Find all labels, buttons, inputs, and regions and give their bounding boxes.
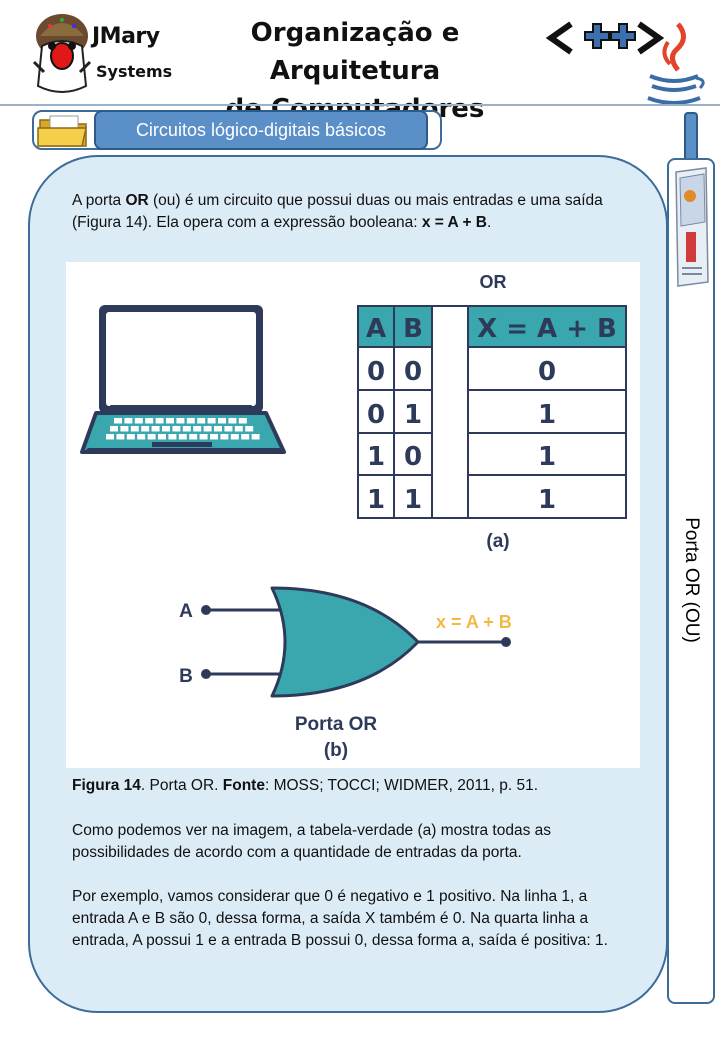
keyboard-key — [210, 434, 218, 440]
keyboard-key — [120, 426, 129, 432]
section-title: Circuitos lógico-digitais básicos — [94, 110, 428, 150]
newspaper-icon — [675, 167, 709, 287]
keyboard-key — [234, 426, 243, 432]
side-tab-label-wrap: Porta OR (OU) — [667, 300, 715, 820]
keyboard-key — [155, 418, 164, 424]
keyboard-key — [166, 418, 174, 424]
keyboard-key — [197, 418, 206, 424]
tt-cell: 1 — [367, 442, 385, 472]
keyboard-key — [147, 434, 156, 440]
tt-header-a: A — [366, 314, 386, 344]
keyboard-key — [126, 434, 135, 440]
caption-figure-label: Figura 14 — [72, 777, 141, 794]
side-tab-label: Porta OR (OU) — [681, 517, 702, 643]
figure-14: OR A B X = A + B 0 0 0 0 1 1 1 0 1 1 1 1… — [66, 262, 640, 768]
keyboard-key — [114, 418, 122, 424]
truth-table-title: OR — [480, 272, 507, 292]
page-title-line1: Organização e Arquitetura — [250, 18, 460, 86]
tt-cell: 1 — [367, 485, 385, 515]
keyboard-key — [168, 434, 177, 440]
p1-text-c: . — [487, 214, 492, 231]
jmary-mascot-logo — [32, 14, 92, 93]
keyboard-key — [189, 434, 198, 440]
keyboard-key — [124, 418, 133, 424]
tt-cell: 1 — [404, 400, 422, 430]
keyboard-key — [162, 426, 170, 432]
keyboard-key — [134, 418, 143, 424]
paragraph-truth-table: Como podemos ver na imagem, a tabela-ver… — [72, 822, 552, 861]
keyboard-key — [230, 434, 239, 440]
label-b: (b) — [324, 740, 348, 761]
gate-input-a: A — [179, 601, 193, 622]
keyboard-key — [224, 426, 233, 432]
p1-bold-or: OR — [125, 192, 149, 209]
laptop-illustration — [80, 305, 286, 454]
p1-text-a: A porta — [72, 192, 126, 209]
keyboard-key — [245, 426, 254, 432]
gate-name: Porta OR — [295, 714, 378, 735]
brand-name: JMary — [92, 24, 160, 49]
keyboard-key — [182, 426, 191, 432]
figure-caption: Figura 14. Porta OR. Fonte: MOSS; TOCCI;… — [72, 775, 642, 797]
keyboard-key — [214, 426, 222, 432]
keyboard-key — [176, 418, 185, 424]
label-a: (a) — [486, 531, 509, 552]
tt-cell: 0 — [538, 357, 556, 387]
tt-cell: 0 — [367, 357, 385, 387]
keyboard-key — [228, 418, 237, 424]
keyboard-key — [172, 426, 181, 432]
keyboard-key — [116, 434, 125, 440]
header-divider — [0, 104, 720, 106]
keyboard-key — [203, 426, 212, 432]
keyboard-key — [220, 434, 229, 440]
intro-paragraph: A porta OR (ou) é um circuito que possui… — [72, 190, 642, 234]
tt-cell: 0 — [404, 442, 422, 472]
p1-text-b: (ou) é um circuito que possui duas ou ma… — [72, 192, 603, 231]
keyboard-spacebar — [152, 442, 212, 447]
caption-text-a: . Porta OR. — [140, 777, 223, 794]
tt-header-x: X = A + B — [477, 314, 617, 344]
keyboard-key — [158, 434, 166, 440]
caption-fonte-label: Fonte — [222, 777, 265, 794]
or-gate-shape — [270, 586, 420, 698]
caption-text-b: : MOSS; TOCCI; WIDMER, 2011, p. 51. — [264, 777, 539, 794]
keyboard-key — [207, 418, 216, 424]
keyboard-key — [141, 426, 150, 432]
tt-cell: 0 — [367, 400, 385, 430]
keyboard-key — [238, 418, 247, 424]
keyboard-key — [251, 434, 260, 440]
java-coffee-icon — [647, 22, 705, 105]
keyboard-key — [193, 426, 202, 432]
keyboard-key — [218, 418, 226, 424]
or-gate-diagram: A B x = A + B Porta OR (b) — [179, 586, 512, 761]
keyboard-key — [110, 426, 118, 432]
tt-cell: 1 — [538, 485, 556, 515]
keyboard-key — [145, 418, 154, 424]
gate-input-b: B — [179, 666, 193, 687]
side-tab-connector — [684, 112, 698, 162]
tt-cell: 0 — [404, 357, 422, 387]
keyboard-key — [241, 434, 250, 440]
keyboard-key — [178, 434, 187, 440]
tt-header-b: B — [403, 314, 423, 344]
folder-icon — [37, 115, 87, 147]
paragraph-example: Por exemplo, vamos considerar que 0 é ne… — [72, 888, 608, 949]
tt-cell: 1 — [404, 485, 422, 515]
keyboard-key — [151, 426, 160, 432]
figure-svg: OR A B X = A + B 0 0 0 0 1 1 1 0 1 1 1 1… — [80, 272, 627, 761]
keyboard-key — [186, 418, 195, 424]
keyboard-key — [130, 426, 139, 432]
p1-bold-expression: x = A + B — [421, 214, 487, 231]
keyboard-key — [106, 434, 114, 440]
keyboard-key — [199, 434, 208, 440]
brand-subtitle: Systems — [96, 62, 173, 81]
gate-output-expression: x = A + B — [436, 612, 512, 632]
tt-cell: 1 — [538, 442, 556, 472]
keyboard-key — [137, 434, 146, 440]
truth-table: A B X = A + B 0 0 0 0 1 1 1 0 1 1 1 1 — [357, 305, 627, 519]
tt-cell: 1 — [538, 400, 556, 430]
